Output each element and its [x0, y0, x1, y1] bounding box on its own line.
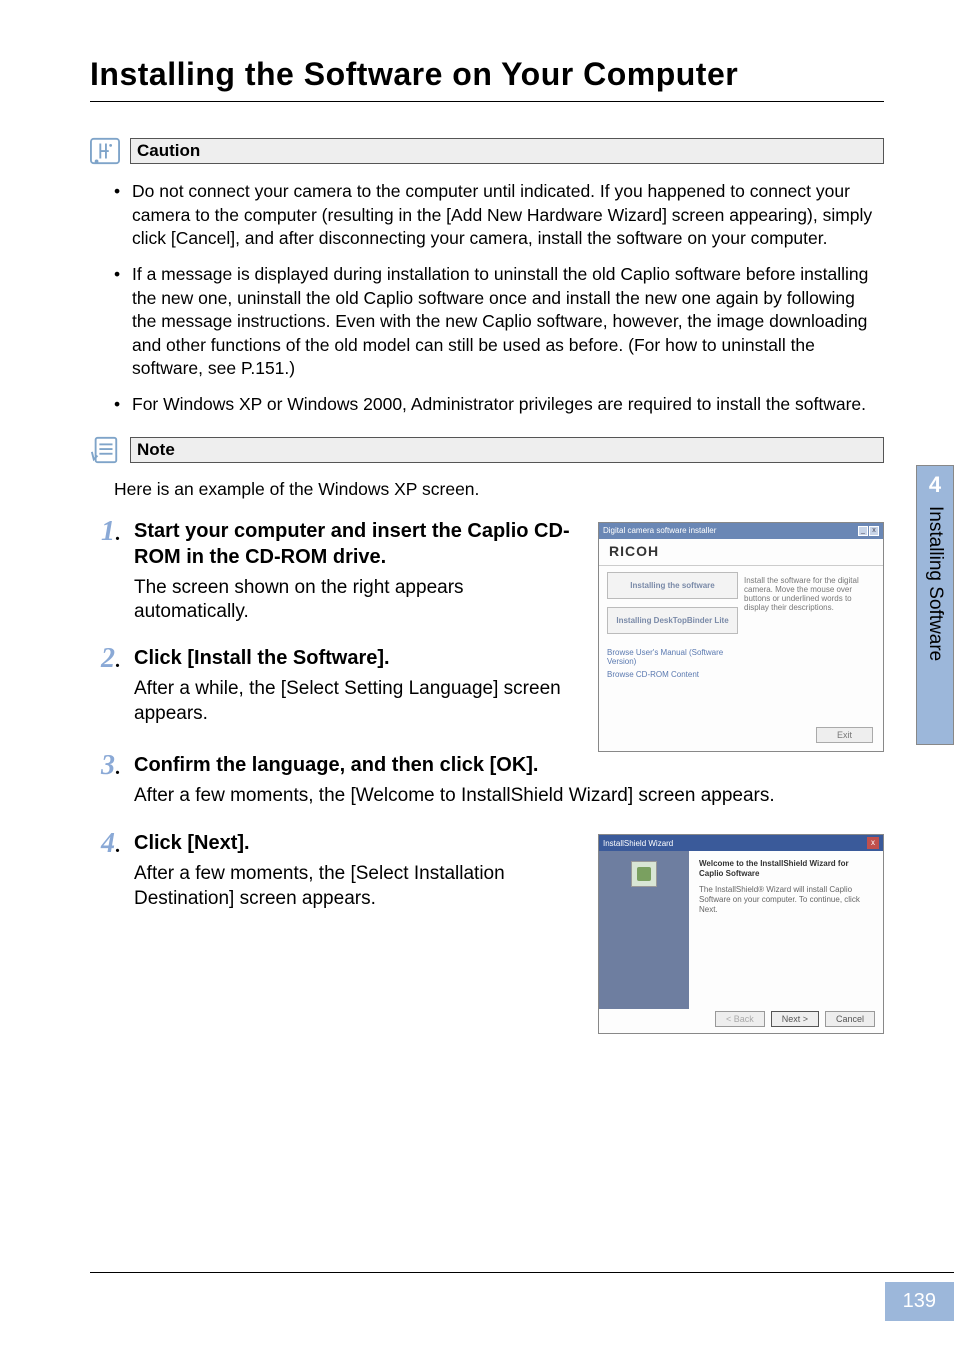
note-text: Here is an example of the Windows XP scr… — [90, 469, 884, 500]
installer-window-title: Digital camera software installer — [603, 526, 716, 535]
chapter-tab: 4 Installing Software — [916, 465, 954, 745]
screenshot-installshield-window: InstallShield Wizard x Welcome to the In… — [598, 834, 884, 1034]
wizard-body-text: The InstallShield® Wizard will install C… — [699, 885, 873, 916]
step-2: 2. Click [Install the Software]. After a… — [90, 645, 580, 738]
caution-label: Caution — [130, 138, 884, 164]
step-number: 3. — [90, 752, 120, 821]
note-icon — [90, 435, 120, 465]
step-title: Confirm the language, and then click [OK… — [134, 752, 884, 778]
caution-item: Do not connect your camera to the comput… — [114, 180, 884, 251]
app-icon — [631, 861, 657, 887]
installshield-window-title: InstallShield Wizard — [603, 839, 673, 848]
close-icon[interactable]: x — [869, 526, 879, 536]
back-button: < Back — [715, 1011, 765, 1027]
step-title: Click [Install the Software]. — [134, 645, 580, 671]
installer-titlebar: Digital camera software installer _x — [599, 523, 883, 539]
step-4: 4. Click [Next]. After a few moments, th… — [90, 830, 580, 923]
step-title: Start your computer and insert the Capli… — [134, 518, 580, 570]
close-icon[interactable]: x — [867, 837, 879, 849]
step-desc: The screen shown on the right appears au… — [134, 576, 580, 625]
wizard-heading: Welcome to the InstallShield Wizard for … — [699, 859, 873, 878]
caution-item: For Windows XP or Windows 2000, Administ… — [114, 393, 884, 417]
step-desc: After a few moments, the [Welcome to Ins… — [134, 784, 884, 809]
page-footer: 139 — [885, 1282, 954, 1321]
chapter-number: 4 — [929, 472, 941, 498]
step-number: 1. — [90, 518, 120, 637]
footer-rule — [90, 1272, 954, 1273]
cancel-button[interactable]: Cancel — [825, 1011, 875, 1027]
screenshot-installer-window: Digital camera software installer _x RIC… — [598, 522, 884, 752]
step-desc: After a while, the [Select Setting Langu… — [134, 677, 580, 726]
step-desc: After a few moments, the [Select Install… — [134, 862, 580, 911]
minimize-icon[interactable]: _ — [858, 526, 868, 536]
brand-logo: RICOH — [599, 539, 883, 563]
caution-item: If a message is displayed during install… — [114, 263, 884, 381]
browse-cd-link[interactable]: Browse CD-ROM Content — [607, 670, 738, 679]
caution-list: Do not connect your camera to the comput… — [90, 170, 884, 417]
note-label: Note — [130, 437, 884, 463]
next-button[interactable]: Next > — [771, 1011, 819, 1027]
caution-heading: Caution — [90, 136, 884, 166]
wizard-side-panel — [599, 851, 689, 1009]
exit-button[interactable]: Exit — [816, 727, 873, 743]
install-dx-button[interactable]: Installing DeskTopBinder Lite — [607, 607, 738, 634]
installer-description-text: Install the software for the digital cam… — [744, 572, 875, 683]
step-number: 4. — [90, 830, 120, 923]
step-1: 1. Start your computer and insert the Ca… — [90, 518, 580, 637]
step-title: Click [Next]. — [134, 830, 580, 856]
window-buttons[interactable]: _x — [857, 525, 879, 536]
page-title: Installing the Software on Your Computer — [90, 56, 884, 93]
step-3: 3. Confirm the language, and then click … — [90, 752, 884, 821]
chapter-title: Installing Software — [924, 506, 946, 661]
installshield-titlebar: InstallShield Wizard x — [599, 835, 883, 851]
note-heading: Note — [90, 435, 884, 465]
install-software-button[interactable]: Installing the software — [607, 572, 738, 599]
page-number: 139 — [885, 1282, 954, 1321]
step-number: 2. — [90, 645, 120, 738]
caution-icon — [90, 136, 120, 166]
title-rule — [90, 101, 884, 102]
browse-manual-link[interactable]: Browse User's Manual (Software Version) — [607, 648, 738, 666]
